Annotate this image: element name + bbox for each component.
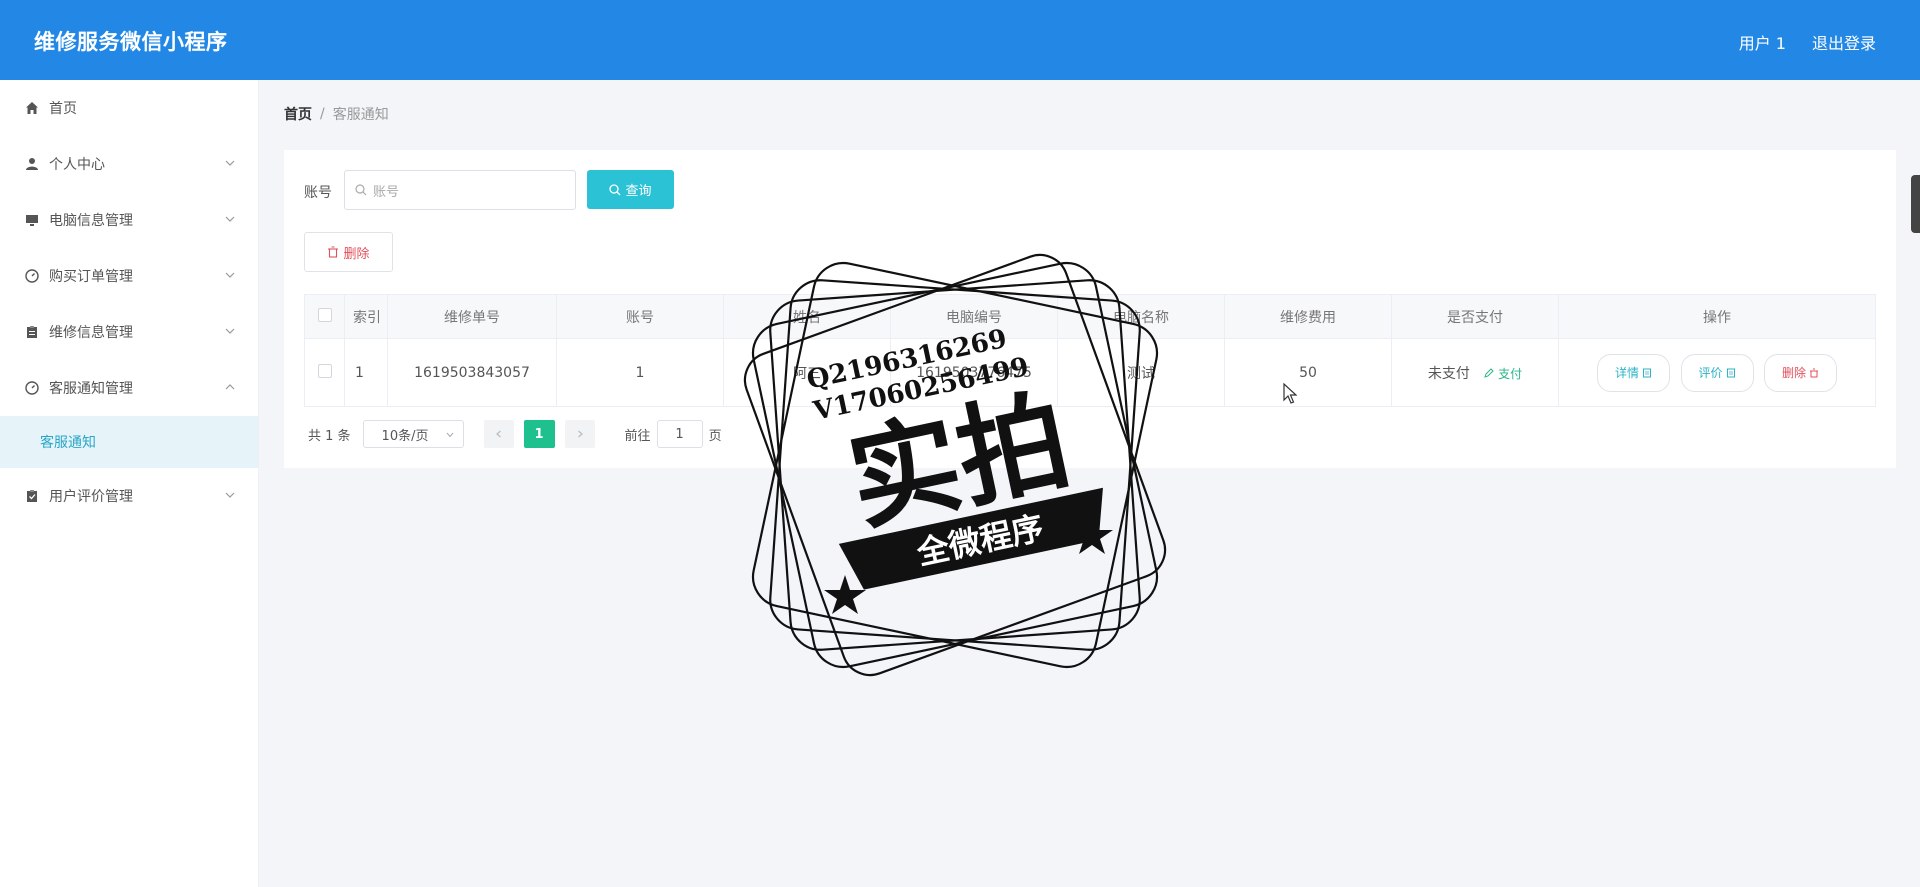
evaluate-button-label: 评价 [1698,366,1723,380]
sidebar-subitem-service-notice[interactable]: 客服通知 [0,416,258,468]
row-select-cell[interactable] [304,338,345,407]
pagination-total: 共 1 条 [308,428,351,444]
compass-icon [24,268,40,284]
cell-actions: 详情 评价 删除 [1558,338,1876,407]
sidebar-item-label: 个人中心 [49,157,105,173]
logout-link[interactable]: 退出登录 [1812,30,1876,54]
side-drawer-handle[interactable] [1911,175,1920,233]
mouse-cursor-icon [1283,383,1297,404]
cell-paid: 未支付 支付 [1391,338,1559,407]
row-checkbox[interactable] [317,363,332,378]
cell-order-no: 1619503843057 [387,338,557,407]
breadcrumb-current: 客服通知 [332,107,389,123]
sidebar-item-repair-info[interactable]: 维修信息管理 [0,304,258,360]
header-paid: 是否支付 [1391,294,1559,339]
compass-icon [24,380,40,396]
row-delete-button[interactable]: 删除 [1763,353,1837,392]
chevron-down-icon [446,432,453,438]
page-number-current[interactable]: 1 [523,420,555,448]
clipboard-icon [24,324,40,340]
header-index: 索引 [344,294,388,339]
trash-icon [1809,368,1818,377]
sidebar-item-service-notice-mgmt[interactable]: 客服通知管理 [0,360,258,416]
chevron-down-icon [225,216,235,222]
query-button[interactable]: 查询 [587,170,674,209]
breadcrumb-home[interactable]: 首页 [284,104,312,124]
search-icon [355,184,367,196]
trash-icon [328,246,339,258]
top-header: 维修服务微信小程序 用户 1 退出登录 [0,0,1920,80]
chevron-right-icon [577,430,583,438]
sidebar-item-personal-center[interactable]: 个人中心 [0,136,258,192]
pay-link[interactable]: 支付 [1484,367,1522,381]
batch-delete-label: 删除 [343,246,370,262]
goto-page-input[interactable]: 1 [656,420,703,448]
cell-fee: 50 [1224,338,1392,407]
goto-page: 前往 1 页 [625,420,722,448]
cell-account: 1 [556,338,724,407]
chevron-down-icon [225,492,235,498]
header-actions: 操作 [1558,294,1876,339]
page-size-value: 10条/页 [381,428,429,444]
sidebar-item-label: 电脑信息管理 [49,213,133,229]
breadcrumb-separator: / [320,106,325,122]
prev-page-button[interactable] [483,420,514,448]
goto-suffix: 页 [708,428,722,444]
sidebar: 首页 个人中心 电脑信息管理 购买订单管理 维修信息管理 客服通知管理 客服通知… [0,80,259,887]
header-fee: 维修费用 [1224,294,1392,339]
document-icon [1726,368,1735,377]
chevron-down-icon [225,328,235,334]
sidebar-item-label: 用户评价管理 [49,489,133,505]
sidebar-subitem-label: 客服通知 [40,435,96,451]
search-input[interactable]: 账号 [344,170,576,210]
sidebar-item-label: 维修信息管理 [49,325,133,341]
query-button-label: 查询 [625,184,652,199]
pay-link-label: 支付 [1498,366,1523,381]
user-name-link[interactable]: 用户 1 [1739,30,1786,54]
sidebar-item-user-reviews[interactable]: 用户评价管理 [0,468,258,524]
user-icon [24,156,40,172]
document-icon [1643,368,1652,377]
watermark-stamp: Q2196316269 V17060256499 实拍 全微程序 [743,253,1167,677]
header-user-area: 用户 1 退出登录 [1739,30,1876,54]
row-delete-button-label: 删除 [1781,366,1806,380]
chevron-down-icon [225,160,235,166]
chevron-up-icon [225,384,235,390]
evaluate-button[interactable]: 评价 [1680,353,1754,392]
clipboard-check-icon [24,488,40,504]
monitor-icon [24,212,40,228]
sidebar-item-pc-info[interactable]: 电脑信息管理 [0,192,258,248]
app-title: 维修服务微信小程序 [34,30,228,54]
next-page-button[interactable] [564,420,595,448]
sidebar-item-home[interactable]: 首页 [0,80,258,136]
search-label: 账号 [304,185,332,201]
sidebar-item-label: 购买订单管理 [49,269,133,285]
header-account: 账号 [556,294,724,339]
batch-delete-button[interactable]: 删除 [304,232,393,272]
select-all-cell[interactable] [304,294,345,339]
paid-status: 未支付 [1427,365,1470,382]
page-size-select[interactable]: 10条/页 [362,420,464,448]
sidebar-item-label: 客服通知管理 [49,381,133,397]
chevron-down-icon [225,272,235,278]
sidebar-item-purchase-orders[interactable]: 购买订单管理 [0,248,258,304]
search-icon [609,183,621,195]
cell-index: 1 [344,338,388,407]
detail-button-label: 详情 [1615,366,1640,380]
pagination: 共 1 条 10条/页 1 前往 1 页 [308,420,722,448]
edit-icon [1484,367,1495,378]
breadcrumb: 首页 / 客服通知 [284,104,389,124]
detail-button[interactable]: 详情 [1597,353,1671,392]
sidebar-item-label: 首页 [49,101,77,117]
home-icon [24,100,40,116]
select-all-checkbox[interactable] [317,307,332,322]
chevron-left-icon [495,430,501,438]
header-order-no: 维修单号 [387,294,557,339]
goto-label: 前往 [624,428,651,444]
search-placeholder: 账号 [373,184,400,200]
